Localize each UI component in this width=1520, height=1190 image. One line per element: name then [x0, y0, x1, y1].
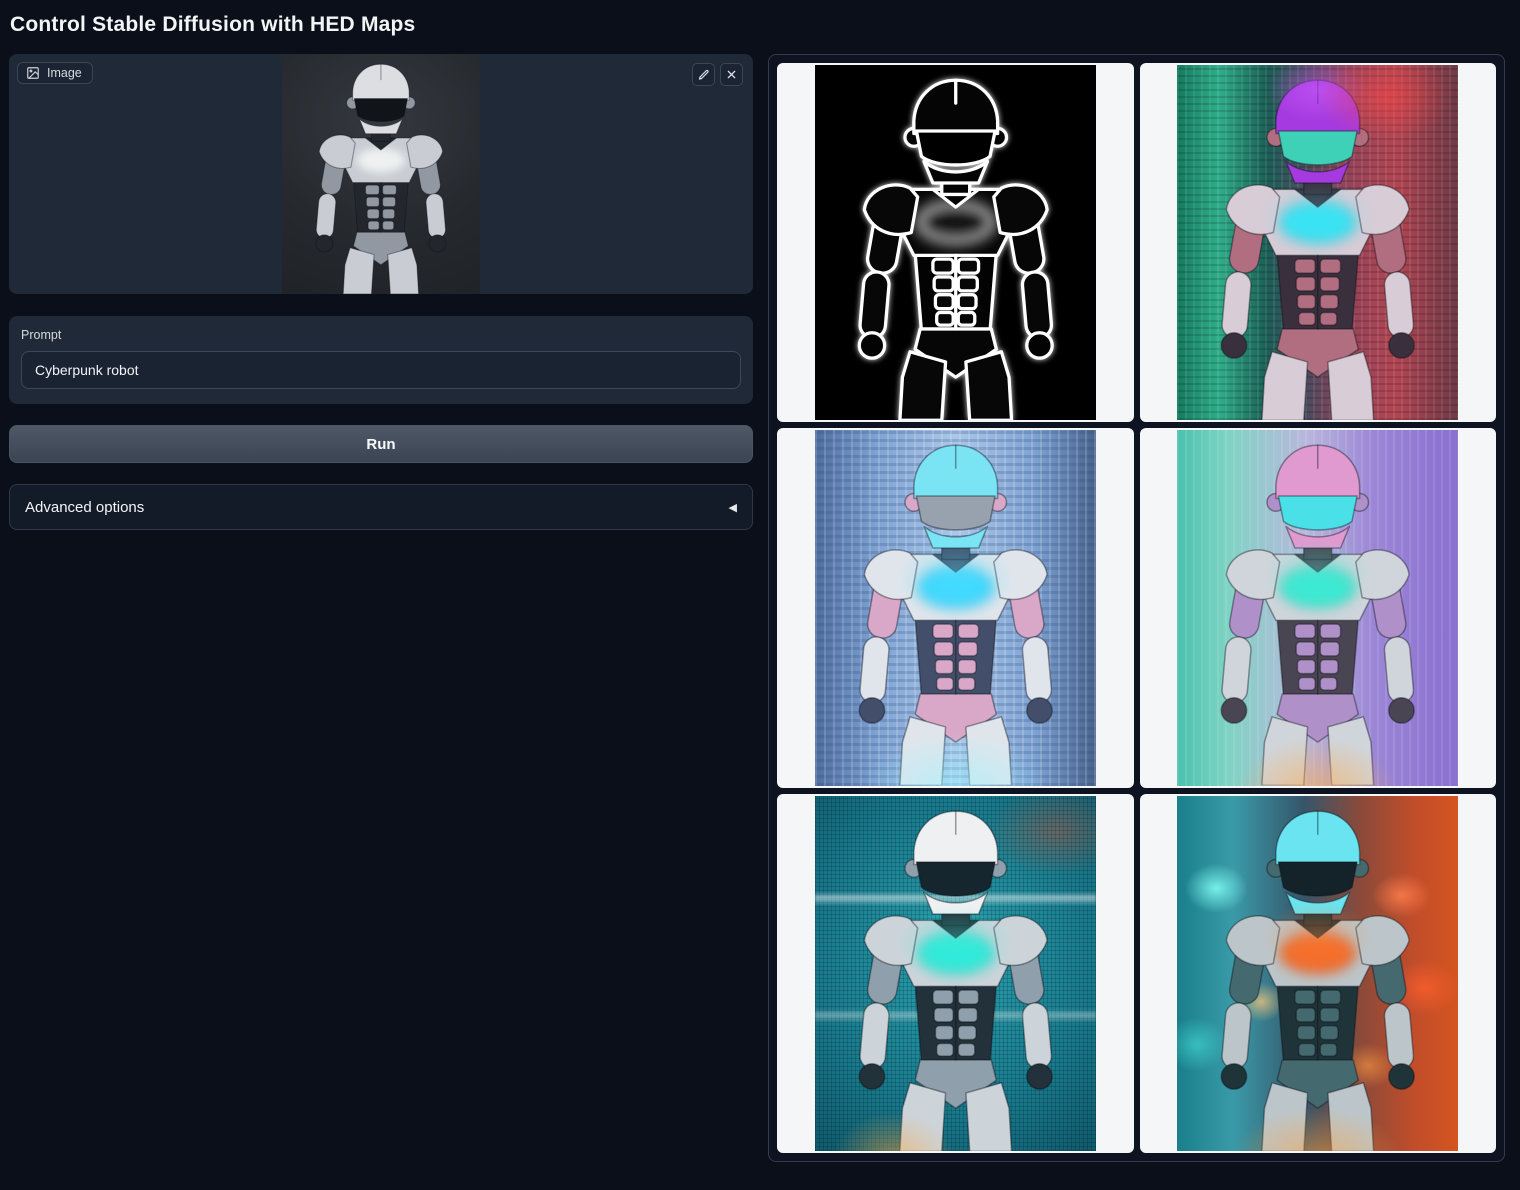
- robot-illustration: [1177, 65, 1458, 420]
- pencil-icon: [698, 69, 710, 81]
- advanced-options-label: Advanced options: [25, 499, 144, 516]
- gallery-item-generated-2[interactable]: [777, 428, 1134, 787]
- robot-illustration: [815, 430, 1096, 785]
- robot-illustration: [1177, 430, 1458, 785]
- robot-edge-illustration: [815, 65, 1096, 420]
- image-toolbar: [692, 63, 743, 86]
- main-layout: Image Prompt Run: [0, 54, 1520, 1162]
- image-component-label-text: Image: [47, 66, 82, 80]
- robot-illustration: [815, 796, 1096, 1151]
- generated-image-1: [1177, 65, 1458, 420]
- edit-image-button[interactable]: [692, 63, 715, 86]
- generated-image-2: [815, 430, 1096, 785]
- uploaded-image-preview: [282, 54, 480, 294]
- controls-column: Image Prompt Run: [9, 54, 753, 530]
- gallery-item-hed-map[interactable]: [777, 63, 1134, 422]
- robot-illustration: [282, 54, 480, 294]
- advanced-options-accordion[interactable]: Advanced options ◀: [9, 484, 753, 530]
- generated-image-4: [815, 796, 1096, 1151]
- hed-edge-map-image: [815, 65, 1096, 420]
- robot-illustration: [1177, 796, 1458, 1151]
- clear-image-button[interactable]: [720, 63, 743, 86]
- close-icon: [726, 69, 737, 80]
- accordion-collapse-icon: ◀: [729, 501, 737, 514]
- generated-image-5: [1177, 796, 1458, 1151]
- prompt-block: Prompt: [9, 316, 753, 404]
- generated-image-3: [1177, 430, 1458, 785]
- results-gallery: [768, 54, 1505, 1162]
- gallery-item-generated-3[interactable]: [1140, 428, 1497, 787]
- image-input-component[interactable]: Image: [9, 54, 753, 294]
- prompt-label: Prompt: [21, 328, 741, 342]
- image-icon: [26, 66, 40, 80]
- run-button[interactable]: Run: [9, 425, 753, 463]
- gallery-item-generated-4[interactable]: [777, 794, 1134, 1153]
- page-title: Control Stable Diffusion with HED Maps: [0, 13, 1520, 37]
- image-component-label: Image: [17, 62, 93, 84]
- prompt-input[interactable]: [21, 351, 741, 389]
- gallery-item-generated-5[interactable]: [1140, 794, 1497, 1153]
- gallery-item-generated-1[interactable]: [1140, 63, 1497, 422]
